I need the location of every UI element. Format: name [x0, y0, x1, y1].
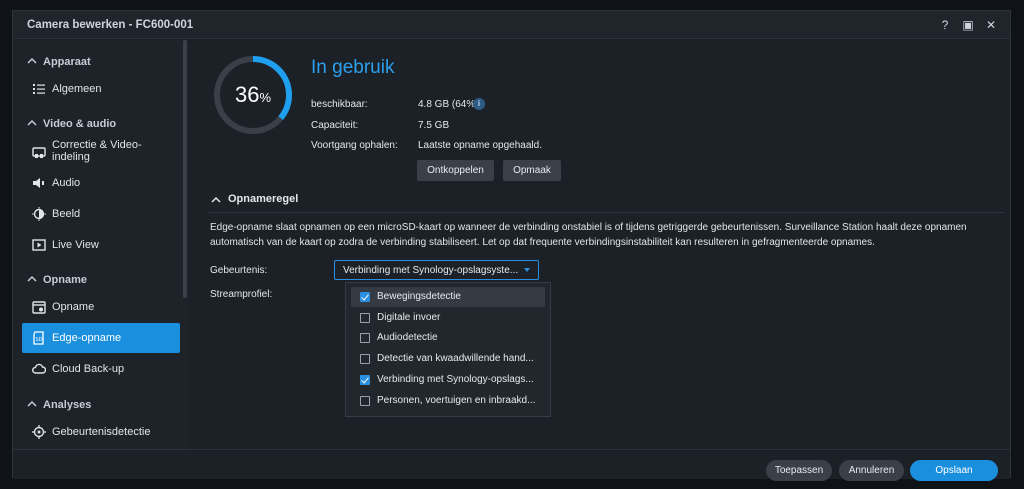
cancel-button[interactable]: Annuleren: [839, 460, 904, 481]
stream-profile-label: Streamprofiel:: [210, 289, 273, 300]
play-icon: [32, 239, 46, 251]
sidebar-item-gebeurtenisdetectie[interactable]: Gebeurtenisdetectie: [22, 417, 180, 447]
svg-text:SD: SD: [35, 337, 42, 343]
format-button[interactable]: Opmaak: [503, 160, 561, 181]
section-divider: [208, 212, 1004, 213]
capacity-label: Capaciteit:: [311, 120, 359, 131]
sidebar-item-cloud-backup[interactable]: Cloud Back-up: [22, 354, 180, 384]
available-value: 4.8 GB (64%): [418, 99, 479, 110]
progress-label: Voortgang ophalen:: [311, 140, 398, 151]
brightness-icon: [32, 207, 46, 221]
chevron-down-icon: [524, 268, 530, 272]
event-option-personen-voertuigen[interactable]: Personen, voertuigen en inbraakd...: [351, 391, 545, 411]
sidebar-section-analyses[interactable]: Analyses: [13, 394, 181, 416]
event-option-kwaadwillende-handelingen[interactable]: Detectie van kwaadwillende hand...: [351, 349, 545, 369]
event-label: Gebeurtenis:: [210, 265, 268, 276]
event-option-digitale-invoer[interactable]: Digitale invoer: [351, 308, 545, 328]
maximize-icon[interactable]: ▣: [960, 17, 976, 33]
sd-card-icon: SD: [33, 331, 44, 345]
capacity-value: 7.5 GB: [418, 120, 450, 131]
list-icon: [33, 84, 45, 94]
cloud-icon: [32, 363, 46, 374]
sidebar-item-opname[interactable]: Opname: [22, 292, 180, 322]
chevron-up-icon: [27, 400, 37, 407]
checkbox-unchecked[interactable]: [360, 313, 370, 323]
window-title: Camera bewerken - FC600-001: [27, 19, 194, 31]
checkbox-checked[interactable]: [360, 292, 370, 302]
storage-status: In gebruik: [311, 57, 395, 78]
event-option-audiodetectie[interactable]: Audiodetectie: [351, 328, 545, 348]
chevron-up-icon: [27, 275, 37, 282]
target-icon: [32, 425, 46, 439]
sidebar-section-opname[interactable]: Opname: [13, 269, 181, 291]
sidebar-item-algemeen[interactable]: Algemeen: [22, 74, 180, 104]
checkbox-checked[interactable]: [360, 375, 370, 385]
sidebar-item-audio[interactable]: Audio: [22, 168, 180, 198]
sidebar-section-video-audio[interactable]: Video & audio: [13, 113, 181, 135]
sidebar-section-apparaat[interactable]: Apparaat: [13, 51, 181, 73]
checkbox-unchecked[interactable]: [360, 354, 370, 364]
main-panel: 36% In gebruik beschikbaar: 4.8 GB (64%)…: [190, 40, 1010, 449]
dialog-footer: Toepassen Annuleren Opslaan: [13, 449, 1010, 481]
close-icon[interactable]: ✕: [983, 17, 999, 33]
sidebar: Apparaat Algemeen Video & audio Correcti…: [13, 40, 189, 449]
disconnect-button[interactable]: Ontkoppelen: [417, 160, 494, 181]
title-bar: Camera bewerken - FC600-001 ? ▣ ✕: [13, 11, 1010, 39]
checkbox-unchecked[interactable]: [360, 396, 370, 406]
camera-edit-dialog: Camera bewerken - FC600-001 ? ▣ ✕ Appara…: [12, 10, 1011, 481]
sidebar-scrollbar[interactable]: [183, 40, 187, 298]
chevron-up-icon: [211, 196, 221, 203]
checkbox-unchecked[interactable]: [360, 333, 370, 343]
sidebar-item-correctie[interactable]: Correctie & Video-indeling: [22, 137, 180, 167]
calendar-icon: [32, 301, 46, 314]
info-icon[interactable]: i: [473, 98, 485, 110]
help-icon[interactable]: ?: [937, 17, 953, 33]
save-button[interactable]: Opslaan: [910, 460, 998, 481]
camera-icon: [32, 147, 46, 158]
sidebar-item-beeld[interactable]: Beeld: [22, 199, 180, 229]
event-option-bewegingsdetectie[interactable]: Bewegingsdetectie: [351, 287, 545, 307]
speaker-icon: [33, 178, 44, 188]
available-label: beschikbaar:: [311, 99, 368, 110]
chevron-up-icon: [27, 119, 37, 126]
apply-button[interactable]: Toepassen: [766, 460, 832, 481]
progress-value: Laatste opname opgehaald.: [418, 140, 542, 151]
storage-percent: 36%: [234, 82, 272, 107]
rule-description: Edge-opname slaat opnamen op een microSD…: [210, 222, 967, 248]
event-dropdown-menu: Bewegingsdetectie Digitale invoer Audiod…: [345, 282, 551, 417]
chevron-up-icon: [27, 57, 37, 64]
sidebar-item-live-view[interactable]: Live View: [22, 230, 180, 260]
sidebar-item-edge-opname[interactable]: SD Edge-opname: [22, 323, 180, 353]
event-option-verbinding-opslag[interactable]: Verbinding met Synology-opslags...: [351, 370, 545, 390]
event-select[interactable]: Verbinding met Synology-opslagsyste...: [334, 260, 539, 280]
